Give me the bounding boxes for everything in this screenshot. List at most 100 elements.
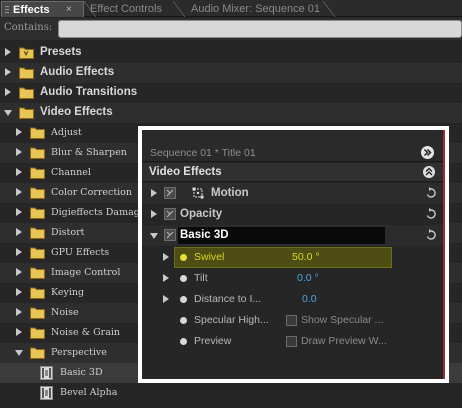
expand-arrow-icon[interactable] [151, 210, 157, 218]
tree-item-audio-effects[interactable]: Audio Effects [0, 63, 462, 83]
expand-arrow-icon[interactable] [16, 128, 22, 136]
sequence-title: Sequence 01 * Title 01 [150, 147, 256, 159]
expand-arrow-icon[interactable] [16, 188, 22, 196]
folder-icon [30, 146, 45, 159]
expand-arrow-icon[interactable] [151, 189, 157, 197]
keyframe-dot-icon[interactable] [180, 275, 187, 282]
param-name: Swivel [194, 251, 225, 263]
video-effects-header[interactable]: Video Effects [142, 163, 443, 182]
folder-icon [30, 166, 45, 179]
tree-label: Adjust [51, 127, 82, 138]
fx-toggle-icon[interactable] [164, 208, 176, 220]
folder-icon [30, 186, 45, 199]
expand-arrow-icon[interactable] [16, 148, 22, 156]
expand-arrow-icon[interactable] [5, 48, 11, 56]
expand-arrow-icon[interactable] [163, 274, 169, 282]
tab-effects-label: Effects [13, 4, 50, 16]
expand-arrow-icon[interactable] [163, 253, 169, 261]
folder-icon [30, 246, 45, 259]
tree-item-video-effects[interactable]: Video Effects [0, 103, 462, 123]
collapse-arrow-icon[interactable] [15, 350, 23, 356]
reset-icon[interactable] [426, 229, 436, 241]
close-icon[interactable]: × [66, 2, 72, 18]
tree-label: Perspective [51, 347, 107, 358]
param-row-distance[interactable]: Distance to I... 0.0 [142, 289, 443, 310]
expand-arrow-icon[interactable] [163, 295, 169, 303]
param-row-specular[interactable]: Specular High... Show Specular ... [142, 310, 443, 331]
folder-icon [30, 306, 45, 319]
expand-arrow-icon[interactable] [16, 168, 22, 176]
keyframe-dot-icon[interactable] [180, 317, 187, 324]
expand-arrow-icon[interactable] [5, 88, 11, 96]
param-row-swivel[interactable]: Swivel 50.0 ° [142, 247, 443, 268]
param-name: Specular High... [194, 314, 269, 326]
param-name: Preview [194, 335, 232, 347]
search-input[interactable] [58, 20, 462, 38]
tree-label: Presets [40, 46, 82, 58]
effect-row-motion[interactable]: Motion [142, 183, 443, 204]
effect-icon [40, 386, 53, 400]
accent-line [443, 130, 445, 379]
folder-icon [19, 86, 34, 99]
expand-arrow-icon[interactable] [16, 248, 22, 256]
expand-arrow-icon[interactable] [16, 288, 22, 296]
collapse-arrow-icon[interactable] [4, 110, 12, 116]
folder-icon [30, 326, 45, 339]
keyframe-dot-icon[interactable] [180, 254, 187, 261]
search-label: Contains: [4, 22, 53, 33]
effect-controls-panel: Sequence 01 * Title 01 Video Effects Mot… [142, 130, 445, 379]
motion-transform-icon[interactable] [190, 186, 207, 200]
tree-label: Bevel Alpha [60, 387, 118, 398]
tree-label: Digieffects Damage [51, 207, 146, 218]
effect-row-opacity[interactable]: Opacity [142, 204, 443, 225]
expand-arrow-icon[interactable] [16, 228, 22, 236]
tab-separator [172, 1, 186, 17]
section-title: Video Effects [149, 166, 222, 178]
effect-controls-inset: Sequence 01 * Title 01 Video Effects Mot… [138, 126, 449, 383]
checkbox-label: Draw Preview W... [301, 335, 387, 347]
folder-icon [30, 346, 45, 359]
draw-preview-checkbox[interactable] [286, 336, 297, 347]
fx-toggle-icon[interactable] [164, 229, 176, 241]
tree-item-presets[interactable]: Presets [0, 43, 462, 63]
param-name: Distance to I... [194, 293, 262, 305]
folder-icon [30, 226, 45, 239]
expand-arrow-icon[interactable] [16, 328, 22, 336]
effect-name: Opacity [180, 208, 223, 220]
tree-label: Noise [51, 307, 79, 318]
folder-icon [19, 106, 34, 119]
expand-arrow-icon[interactable] [16, 208, 22, 216]
keyframe-dot-icon[interactable] [180, 296, 187, 303]
folder-icon [30, 266, 45, 279]
expand-arrow-icon[interactable] [16, 268, 22, 276]
tree-item-audio-transitions[interactable]: Audio Transitions [0, 83, 462, 103]
checkbox-label: Show Specular ... [301, 314, 384, 326]
folder-icon [30, 126, 45, 139]
expand-arrow-icon[interactable] [16, 308, 22, 316]
param-row-preview[interactable]: Preview Draw Preview W... [142, 331, 443, 352]
reset-icon[interactable] [426, 208, 436, 220]
param-row-tilt[interactable]: Tilt 0.0 ° [142, 268, 443, 289]
reset-icon[interactable] [426, 187, 436, 199]
effect-name: Motion [211, 187, 249, 199]
effect-row-basic-3d[interactable]: Basic 3D [142, 225, 443, 246]
swivel-value[interactable]: 50.0 ° [292, 251, 320, 263]
tab-audio-mixer[interactable]: Audio Mixer: Sequence 01 [191, 1, 320, 17]
distance-value[interactable]: 0.0 [302, 293, 317, 305]
tree-label: Noise & Grain [51, 327, 121, 338]
tab-effects[interactable]: Effects × [1, 1, 84, 17]
sequence-bar: Sequence 01 * Title 01 [142, 130, 443, 162]
grip-icon[interactable] [5, 5, 9, 14]
show-timeline-icon[interactable] [421, 146, 434, 159]
collapse-arrow-icon[interactable] [150, 233, 158, 239]
tree-item-bevel-alpha[interactable]: Bevel Alpha [0, 383, 462, 403]
keyframe-dot-icon[interactable] [180, 338, 187, 345]
show-specular-checkbox[interactable] [286, 315, 297, 326]
collapse-section-icon[interactable] [423, 166, 435, 178]
expand-arrow-icon[interactable] [5, 68, 11, 76]
tab-effect-controls[interactable]: Effect Controls [90, 1, 162, 17]
tree-label: Channel [51, 167, 91, 178]
fx-toggle-icon[interactable] [164, 187, 176, 199]
tilt-value[interactable]: 0.0 ° [297, 272, 319, 284]
search-bar: Contains: [0, 18, 462, 40]
